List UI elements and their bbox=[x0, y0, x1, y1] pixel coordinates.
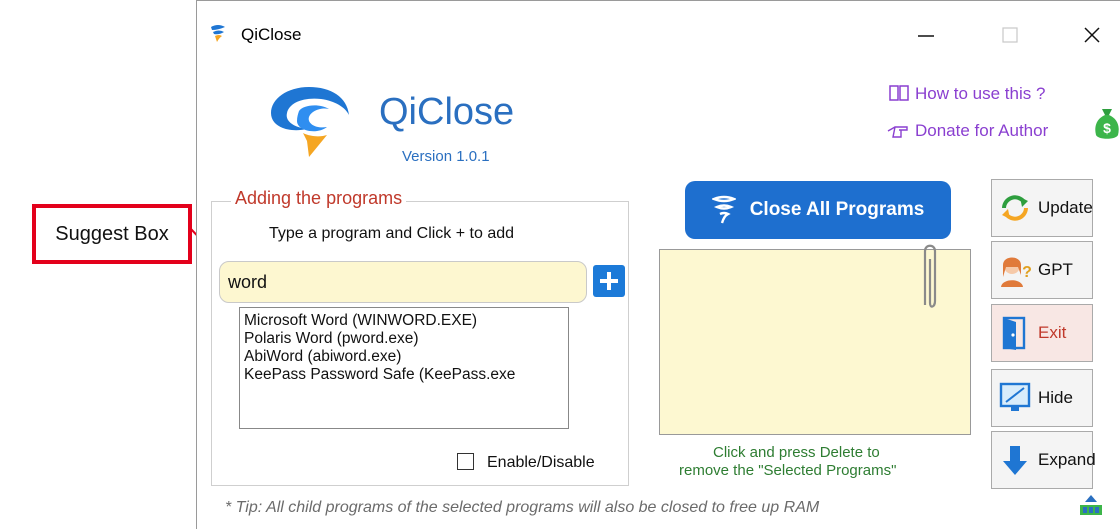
title-bar[interactable]: QiClose bbox=[197, 1, 1120, 65]
paperclip-icon bbox=[923, 244, 937, 308]
update-label: Update bbox=[1038, 198, 1093, 217]
gpt-label: GPT bbox=[1038, 260, 1073, 279]
suggest-box-annotation: Suggest Box bbox=[32, 204, 192, 264]
close-icon bbox=[1084, 27, 1100, 43]
add-program-button[interactable] bbox=[593, 265, 625, 297]
annotation-label: Suggest Box bbox=[55, 222, 169, 245]
maximize-button[interactable] bbox=[987, 15, 1033, 55]
monitor-icon bbox=[999, 382, 1031, 411]
hide-label: Hide bbox=[1038, 388, 1073, 407]
suggest-box-input[interactable] bbox=[219, 261, 587, 303]
window-title: QiClose bbox=[241, 25, 302, 44]
adding-programs-legend: Adding the programs bbox=[231, 188, 407, 209]
donate-link[interactable]: Donate for Author bbox=[887, 121, 1048, 141]
pointing-hand-icon bbox=[887, 126, 908, 138]
update-button[interactable]: Update bbox=[991, 179, 1093, 237]
qiclose-window: QiClose QiClose Version 1.0.1 How to use… bbox=[196, 0, 1120, 529]
book-icon bbox=[889, 85, 909, 101]
exit-label: Exit bbox=[1038, 323, 1067, 342]
money-bag-icon: $ bbox=[1095, 109, 1119, 139]
minimize-button[interactable] bbox=[903, 15, 949, 55]
enable-disable-label: Enable/Disable bbox=[487, 454, 595, 471]
minimize-icon bbox=[918, 35, 934, 37]
close-all-label: Close All Programs bbox=[749, 199, 925, 220]
expand-label: Expand bbox=[1038, 450, 1096, 469]
adding-hint: Type a program and Click + to add bbox=[269, 225, 515, 242]
enable-disable-checkbox[interactable] bbox=[457, 453, 474, 470]
hide-button[interactable]: Hide bbox=[991, 369, 1093, 427]
svg-text:$: $ bbox=[1103, 120, 1111, 136]
suggestion-item[interactable]: AbiWord (abiword.exe) bbox=[244, 348, 564, 366]
close-all-programs-button[interactable]: Close All Programs bbox=[685, 181, 951, 239]
suggestion-item[interactable]: Microsoft Word (WINWORD.EXE) bbox=[244, 312, 564, 330]
tornado-icon bbox=[711, 195, 736, 224]
refresh-icon bbox=[1002, 195, 1028, 221]
svg-text:?: ? bbox=[1022, 264, 1032, 281]
how-to-use-link[interactable]: How to use this ? bbox=[889, 84, 1045, 104]
donate-label: Donate for Author bbox=[915, 121, 1049, 140]
suggestion-item[interactable]: KeePass Password Safe (KeePass.exe bbox=[244, 366, 564, 384]
ram-chip-icon bbox=[1080, 495, 1102, 515]
suggestion-item[interactable]: Polaris Word (pword.exe) bbox=[244, 330, 564, 348]
gpt-button[interactable]: ? GPT bbox=[991, 241, 1093, 299]
assistant-avatar-icon: ? bbox=[1001, 257, 1032, 287]
selected-hint-line1: Click and press Delete to bbox=[713, 444, 880, 461]
how-to-use-label: How to use this ? bbox=[915, 84, 1046, 103]
qiclose-logo-icon bbox=[211, 25, 225, 42]
arrow-down-icon bbox=[1003, 446, 1027, 475]
exit-button[interactable]: Exit bbox=[991, 304, 1093, 362]
expand-button[interactable]: Expand bbox=[991, 431, 1096, 489]
version-label: Version 1.0.1 bbox=[402, 148, 490, 165]
door-icon bbox=[1002, 316, 1026, 350]
maximize-icon bbox=[1002, 27, 1018, 43]
brand-name: QiClose bbox=[379, 91, 515, 133]
close-button[interactable] bbox=[1069, 15, 1115, 55]
selected-hint-line2: remove the "Selected Programs" bbox=[679, 462, 897, 479]
suggestion-list[interactable]: Microsoft Word (WINWORD.EXE) Polaris Wor… bbox=[239, 307, 569, 429]
qiclose-logo-icon bbox=[271, 87, 349, 157]
tip-text: * Tip: All child programs of the selecte… bbox=[225, 499, 820, 516]
